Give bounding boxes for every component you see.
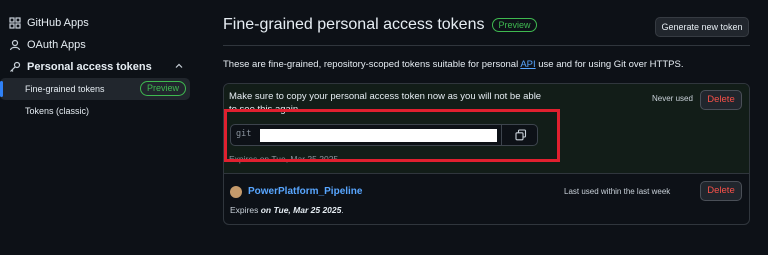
page-title-text: Fine-grained personal access tokens <box>223 16 485 33</box>
key-icon <box>8 60 22 74</box>
highlight-annotation <box>224 109 560 162</box>
preview-badge: Preview <box>139 81 186 96</box>
sidebar-item-personal-access-tokens[interactable]: Personal access tokens <box>0 56 194 78</box>
sidebar-item-oauth-apps[interactable]: OAuth Apps <box>0 34 194 56</box>
sidebar-item-label: OAuth Apps <box>27 39 86 51</box>
description-text: These are fine-grained, repository-scope… <box>223 59 521 70</box>
sidebar-item-label: GitHub Apps <box>27 17 89 29</box>
expiry-prefix: Expires <box>230 205 261 215</box>
expiry-date: on Tue, Mar 25 2025 <box>260 205 342 215</box>
api-link[interactable]: API <box>520 59 535 70</box>
generate-new-token-button[interactable]: Generate new token <box>655 17 749 37</box>
settings-sidebar: GitHub Apps OAuth Apps Personal access t… <box>0 12 194 122</box>
delete-token-button[interactable]: Delete <box>700 181 742 201</box>
sidebar-item-label: Tokens (classic) <box>25 106 90 116</box>
token-usage-status: Never used <box>652 94 693 103</box>
expiry-suffix: . <box>341 205 344 215</box>
sidebar-item-fine-grained-tokens[interactable]: Fine-grained tokens Preview <box>0 78 190 100</box>
token-expiry: Expires on Tue, Mar 25 2025. <box>230 205 344 215</box>
page-description: These are fine-grained, repository-scope… <box>223 59 683 70</box>
description-text-end: use and for using Git over HTTPS. <box>535 59 684 70</box>
chevron-up-icon[interactable] <box>174 61 184 74</box>
preview-badge: Preview <box>492 18 537 32</box>
avatar <box>230 186 242 198</box>
grid-icon <box>8 16 22 30</box>
person-icon <box>8 38 22 52</box>
token-name-link[interactable]: PowerPlatform_Pipeline <box>248 186 362 197</box>
page-title: Fine-grained personal access tokens Prev… <box>223 16 537 34</box>
sidebar-item-github-apps[interactable]: GitHub Apps <box>0 12 194 34</box>
divider <box>223 45 750 46</box>
sidebar-item-label: Personal access tokens <box>27 61 152 73</box>
sidebar-item-tokens-classic[interactable]: Tokens (classic) <box>0 100 190 122</box>
delete-token-button[interactable]: Delete <box>700 90 742 110</box>
token-usage-status: Last used within the last week <box>564 187 671 196</box>
sidebar-item-label: Fine-grained tokens <box>25 84 105 94</box>
